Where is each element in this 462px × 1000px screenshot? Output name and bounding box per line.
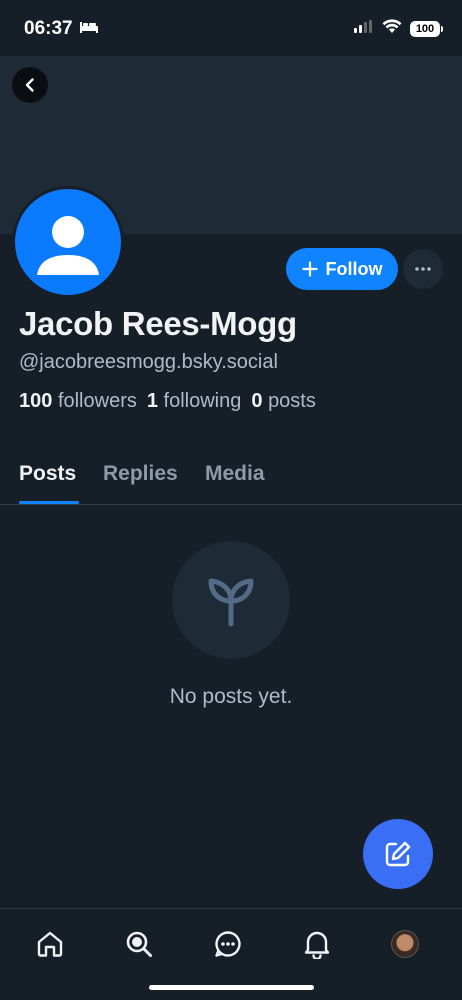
plus-icon: [301, 261, 318, 277]
profile-avatar[interactable]: [12, 186, 124, 298]
nav-chat[interactable]: [211, 927, 245, 961]
status-icons: 100: [354, 19, 443, 39]
followers-count: 100: [19, 390, 53, 412]
wifi-icon: [382, 19, 402, 39]
follow-label: Follow: [325, 258, 383, 279]
tab-media[interactable]: Media: [205, 462, 265, 486]
tab-posts[interactable]: Posts: [19, 462, 76, 486]
followers-stat[interactable]: 100 followers: [19, 390, 137, 413]
following-stat[interactable]: 1 following: [147, 390, 242, 413]
empty-state-illustration: [172, 541, 290, 659]
profile-tabs: Posts Replies Media: [0, 446, 462, 505]
tab-replies[interactable]: Replies: [103, 462, 178, 486]
posts-count: 0: [251, 390, 263, 412]
posts-label: posts: [268, 390, 316, 412]
default-avatar-icon: [37, 216, 99, 275]
profile-handle: @jacobreesmogg.bsky.social: [19, 351, 278, 373]
following-label: following: [163, 390, 242, 412]
home-indicator: [149, 985, 314, 990]
status-time-group: 06:37: [24, 18, 99, 40]
search-icon: [126, 931, 152, 957]
bell-icon: [304, 931, 330, 959]
active-tab-indicator: [19, 501, 79, 504]
chat-icon: [215, 931, 241, 957]
profile-stats: 100 followers 1 following 0 posts: [19, 390, 316, 413]
status-time: 06:37: [24, 18, 73, 39]
display-name: Jacob Rees-Mogg: [19, 305, 297, 342]
following-count: 1: [146, 390, 158, 412]
follow-button[interactable]: Follow: [286, 248, 398, 290]
avatar: [391, 930, 419, 958]
chevron-left-icon: [25, 78, 34, 92]
signal-icon: [354, 19, 374, 39]
back-button[interactable]: [12, 67, 48, 103]
home-icon: [37, 931, 63, 957]
more-options-button[interactable]: [403, 249, 443, 289]
nav-search[interactable]: [122, 927, 156, 961]
battery-indicator: 100: [410, 21, 443, 37]
ellipsis-icon: [415, 267, 431, 271]
status-bar: 06:37 100: [0, 0, 462, 56]
empty-state-message: No posts yet.: [169, 685, 293, 708]
seedling-icon: [208, 578, 254, 627]
bed-icon: [79, 18, 99, 40]
compose-button[interactable]: [363, 819, 433, 889]
nav-profile[interactable]: [388, 927, 422, 961]
nav-notifications[interactable]: [300, 927, 334, 961]
posts-stat: 0 posts: [251, 390, 316, 413]
nav-home[interactable]: [33, 927, 67, 961]
followers-label: followers: [57, 390, 137, 412]
compose-icon: [385, 841, 411, 867]
